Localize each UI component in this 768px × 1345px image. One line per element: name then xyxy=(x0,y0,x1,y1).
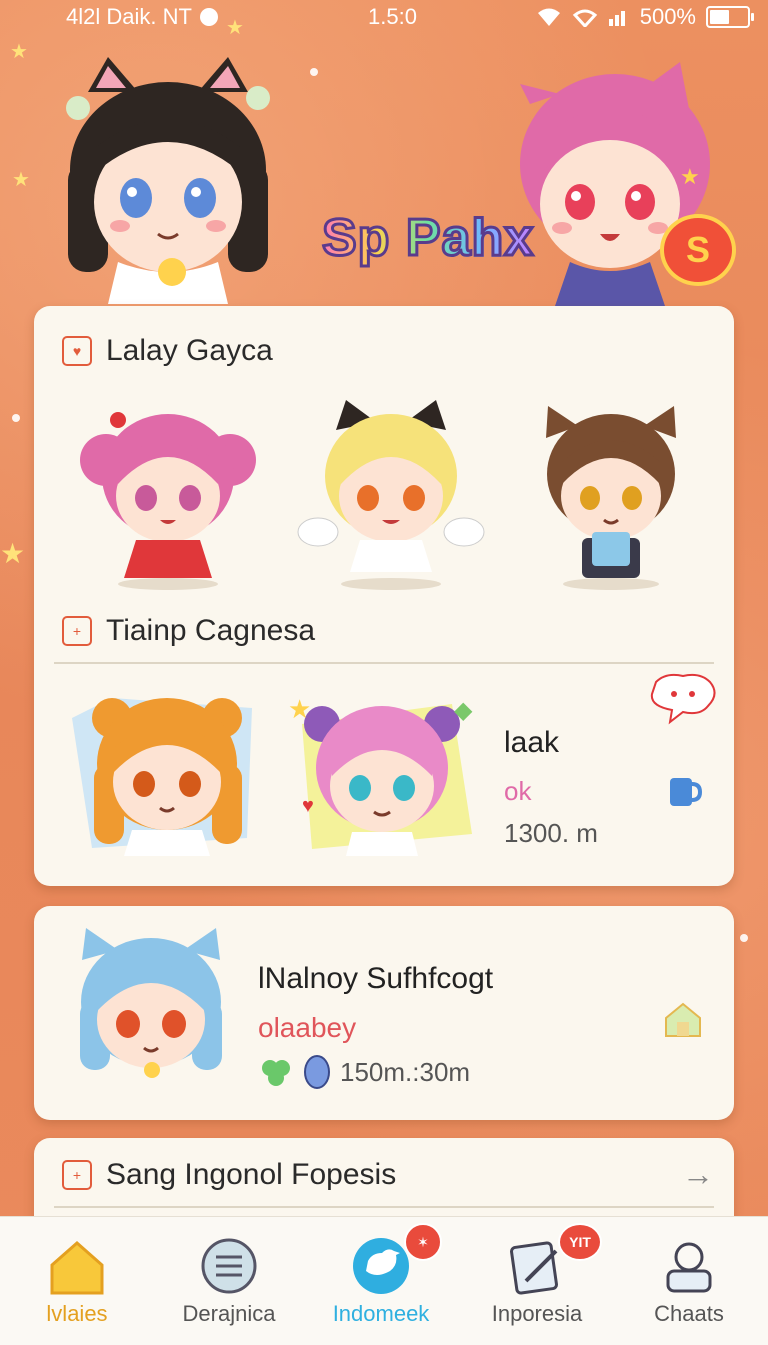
header-character-left xyxy=(66,57,270,304)
svg-text:★: ★ xyxy=(680,164,700,189)
item-name: laak xyxy=(504,726,560,759)
app-logo: Sp Pahx xyxy=(320,208,535,269)
chevron-right-icon[interactable]: → xyxy=(682,1156,714,1193)
tab-chats[interactable]: Chaats xyxy=(612,1217,766,1345)
bag-box-icon: + xyxy=(62,1160,92,1190)
speech-bubble-icon xyxy=(650,673,716,725)
character-pink-sticker[interactable]: ★ ◆ ♥ xyxy=(282,684,482,856)
svg-text:♥: ♥ xyxy=(302,795,314,817)
character-blonde-catgirl[interactable] xyxy=(296,400,486,590)
bag-box-icon: + xyxy=(62,616,92,646)
bottom-tab-bar: lvlaies Derajnica ✶ Indomeek YIT Inpores… xyxy=(0,1216,768,1345)
divider xyxy=(54,662,714,664)
section-title-1-text: Lalay Gayca xyxy=(106,334,273,367)
home-icon xyxy=(50,1241,104,1295)
tab-label: Indomeek xyxy=(332,1301,430,1326)
divider xyxy=(54,1206,714,1208)
tab-notes[interactable]: YIT Inporesia xyxy=(460,1217,614,1345)
section-title-3-text: Sang Ingonol Fopesis xyxy=(106,1158,397,1191)
tab-list[interactable]: Derajnica xyxy=(152,1217,306,1345)
list-icon xyxy=(201,1238,257,1294)
mug-icon[interactable] xyxy=(666,774,702,810)
battery-icon xyxy=(706,6,754,28)
section-title-2: + Tiainp Cagnesa xyxy=(62,614,315,648)
character-brown-catboy[interactable] xyxy=(526,398,696,590)
notification-badge: ✶ xyxy=(404,1223,442,1261)
tab-home[interactable]: lvlaies xyxy=(0,1217,154,1345)
sparkle-dot xyxy=(740,934,748,942)
svg-text:◆: ◆ xyxy=(454,697,473,724)
profile-value: 150m.:30m xyxy=(340,1056,471,1087)
status-right: 500% xyxy=(536,4,754,30)
section-title-3: + Sang Ingonol Fopesis xyxy=(62,1158,396,1192)
sparkle-dot xyxy=(12,414,20,422)
logo-badge: S xyxy=(660,214,736,286)
profile-meta: 150m.:30m xyxy=(258,1054,470,1090)
clover-icon xyxy=(262,1060,290,1086)
character-pink-twintails[interactable] xyxy=(78,400,258,590)
tab-label: Chaats xyxy=(654,1301,724,1326)
section-title-1: ♥ Lalay Gayca xyxy=(62,334,273,368)
status-left: 4l2l Daik. NT xyxy=(66,4,218,30)
tab-label: Derajnica xyxy=(182,1301,276,1326)
star-icon: ★ xyxy=(226,17,244,39)
carrier-text: 4l2l Daik. NT xyxy=(66,4,192,29)
tab-bird[interactable]: ✶ Indomeek xyxy=(304,1217,458,1345)
battery-percent: 500% xyxy=(639,4,696,29)
tab-label: lvlaies xyxy=(46,1301,108,1326)
shield-badge-icon xyxy=(304,1055,330,1089)
heart-box-icon: ♥ xyxy=(62,336,92,366)
profile-name: lNalnoy Sufhfcogt xyxy=(258,962,494,995)
wifi-icon xyxy=(537,8,560,26)
sparkle-dot xyxy=(310,68,318,76)
signal-wifi-icon xyxy=(572,9,597,27)
status-bar: 4l2l Daik. NT 1.5:0 500% xyxy=(0,0,768,36)
item-value: 1300. m xyxy=(504,818,598,848)
user-icon xyxy=(666,1242,712,1293)
notification-icon xyxy=(199,8,218,26)
star-icon: ★ xyxy=(12,169,30,191)
item-subtitle: ok xyxy=(504,776,532,806)
bird-icon xyxy=(353,1238,409,1294)
profile-subtitle: olaabey xyxy=(258,1012,357,1043)
character-blue-catgirl xyxy=(80,928,222,1078)
house-icon[interactable] xyxy=(662,1000,704,1040)
character-orange-buns[interactable] xyxy=(72,678,262,856)
section-title-2-text: Tiainp Cagnesa xyxy=(106,614,316,647)
svg-text:★: ★ xyxy=(288,694,311,724)
clock: 1.5:0 xyxy=(368,4,417,29)
notification-badge: YIT xyxy=(558,1223,602,1261)
cell-signal-icon xyxy=(608,11,625,26)
tab-label: Inporesia xyxy=(491,1301,583,1326)
star-icon: ★ xyxy=(10,41,28,63)
star-icon: ★ xyxy=(0,538,26,569)
